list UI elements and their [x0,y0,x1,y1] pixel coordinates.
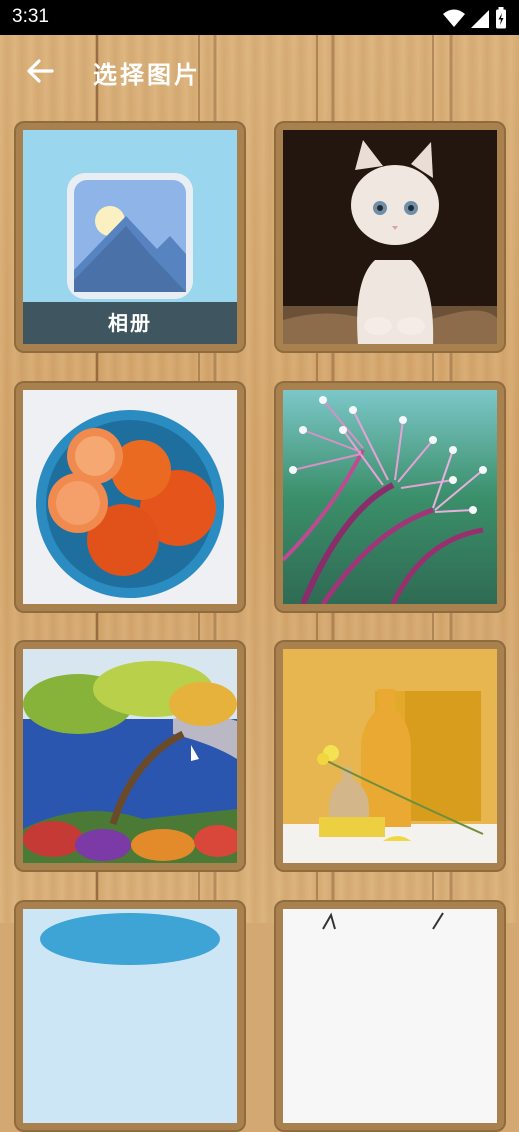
partial-blue-photo [23,909,237,1123]
tree-painting-photo [23,649,237,863]
album-tile[interactable]: 相册 [14,121,246,353]
photo-tile-partial-sketch[interactable] [274,900,506,1132]
wifi-icon [443,9,465,27]
flowers-photo [283,390,497,604]
photo-tile-partial-blue[interactable] [14,900,246,1132]
photo-tile-tree-painting[interactable] [14,640,246,872]
photo-tile-vase[interactable] [274,640,506,872]
status-bar: 3:31 [0,0,519,35]
photo-tile-flowers[interactable] [274,381,506,613]
status-time: 3:31 [12,6,49,27]
signal-icon [471,10,489,28]
kitten-photo [283,130,497,344]
album-label: 相册 [23,302,237,344]
battery-icon [496,7,506,29]
photo-tile-kitten[interactable] [274,121,506,353]
vase-photo [283,649,497,863]
oranges-photo [23,390,237,604]
page-title: 选择图片 [93,61,201,89]
photo-tile-oranges[interactable] [14,381,246,613]
status-icons [443,7,507,29]
partial-sketch-photo [283,909,497,1123]
arrow-left-icon [27,59,54,83]
app-bar: 选择图片 [0,35,519,107]
back-button[interactable] [22,55,58,87]
